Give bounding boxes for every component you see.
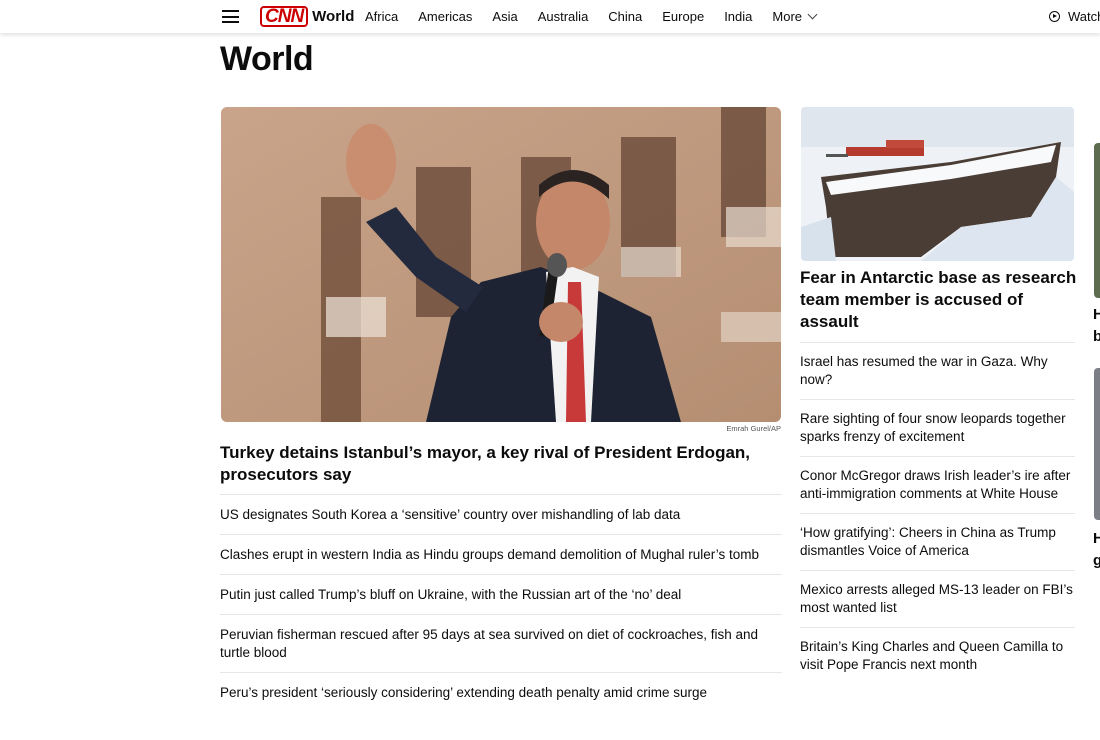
left-headline-list: US designates South Korea a ‘sensitive’ … — [220, 494, 782, 712]
right-headline-list: Israel has resumed the war in Gaza. Why … — [800, 342, 1075, 684]
headline-link[interactable]: Rare sighting of four snow leopards toge… — [800, 399, 1075, 456]
menu-icon[interactable] — [222, 10, 239, 23]
nav-item-asia[interactable]: Asia — [492, 9, 517, 24]
headline-link[interactable]: ‘How gratifying’: Cheers in China as Tru… — [800, 513, 1075, 570]
nav-item-australia[interactable]: Australia — [538, 9, 589, 24]
nav-item-india[interactable]: India — [724, 9, 752, 24]
clipped-headline-text[interactable]: H — [1093, 528, 1100, 550]
section-nav: Africa Americas Asia Australia China Eur… — [365, 0, 836, 33]
headline-link[interactable]: Putin just called Trump’s bluff on Ukrai… — [220, 574, 782, 614]
headline-link[interactable]: Conor McGregor draws Irish leader’s ire … — [800, 456, 1075, 513]
nav-item-africa[interactable]: Africa — [365, 9, 398, 24]
cnn-world-logo[interactable]: CNN World — [260, 5, 354, 27]
watch-label: Watch — [1068, 9, 1100, 24]
headline-link[interactable]: Mexico arrests alleged MS-13 leader on F… — [800, 570, 1075, 627]
nav-item-china[interactable]: China — [608, 9, 642, 24]
headline-link[interactable]: US designates South Korea a ‘sensitive’ … — [220, 494, 782, 534]
right-headline[interactable]: Fear in Antarctic base as research team … — [800, 267, 1080, 333]
watch-button[interactable]: Watch — [1049, 0, 1100, 33]
photo-credit: Emrah Gurel/AP — [726, 424, 781, 433]
nav-more-button[interactable]: More — [772, 9, 818, 24]
play-circle-icon — [1049, 11, 1060, 22]
chevron-down-icon — [807, 9, 818, 20]
headline-link[interactable]: Clashes erupt in western India as Hindu … — [220, 534, 782, 574]
hero-headline[interactable]: Turkey detains Istanbul’s mayor, a key r… — [220, 442, 780, 486]
clipped-headline-text[interactable]: H — [1093, 304, 1100, 326]
cnn-logo-mark: CNN — [260, 5, 309, 27]
top-navigation-bar: CNN World Africa Americas Asia Australia… — [0, 0, 1100, 33]
clipped-headline-text[interactable]: b — [1093, 326, 1100, 348]
headline-link[interactable]: Israel has resumed the war in Gaza. Why … — [800, 342, 1075, 399]
antarctic-story-image[interactable] — [801, 107, 1074, 261]
nav-item-europe[interactable]: Europe — [662, 9, 704, 24]
headline-link[interactable]: Peru’s president ‘seriously considering’… — [220, 672, 782, 712]
nav-more-label: More — [772, 9, 803, 24]
headline-link[interactable]: Peruvian fisherman rescued after 95 days… — [220, 614, 782, 672]
clipped-story-image[interactable] — [1094, 143, 1100, 298]
section-logo-label: World — [312, 7, 355, 25]
page-title: World — [220, 40, 314, 78]
headline-link[interactable]: Britain’s King Charles and Queen Camilla… — [800, 627, 1075, 684]
hero-image[interactable] — [221, 107, 781, 422]
clipped-story-image[interactable] — [1094, 368, 1100, 520]
nav-item-americas[interactable]: Americas — [418, 9, 472, 24]
clipped-headline-text[interactable]: g — [1093, 550, 1100, 572]
